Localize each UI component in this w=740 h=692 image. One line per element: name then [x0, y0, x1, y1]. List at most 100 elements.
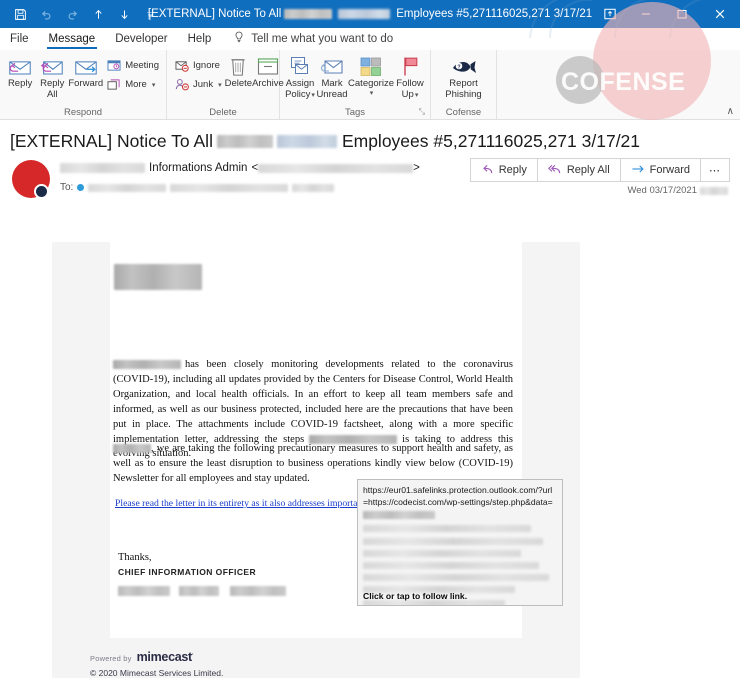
archive-button-label: Archive: [252, 78, 284, 89]
follow-up-button[interactable]: Follow Up▾: [394, 53, 426, 101]
junk-button[interactable]: Junk ▾: [171, 75, 225, 94]
tags-dialog-launcher-icon[interactable]: ⤡: [419, 107, 425, 117]
follow-up-flag-icon: [400, 55, 420, 77]
tab-file[interactable]: File: [0, 28, 39, 50]
phish-fish-icon: ?: [450, 55, 478, 77]
sender-name-redaction: [60, 163, 145, 173]
message-timestamp-text: Wed 03/17/2021: [627, 185, 697, 196]
minimize-button[interactable]: [628, 0, 664, 28]
archive-button[interactable]: Archive: [252, 53, 284, 90]
window-title-prefix: [EXTERNAL] Notice To All: [147, 8, 282, 20]
delete-button-label: Delete: [224, 78, 253, 89]
subject-redaction-1: [216, 134, 273, 148]
ignore-icon: [174, 58, 189, 73]
reply-button-header[interactable]: Reply: [469, 158, 537, 182]
recipient-redaction-1: [88, 183, 167, 192]
ignore-button[interactable]: Ignore: [171, 56, 225, 75]
forward-envelope-icon: [73, 55, 99, 77]
categorize-icon: [360, 55, 382, 77]
tell-me-search[interactable]: Tell me what you want to do: [233, 31, 393, 47]
email-bracket-open: <: [251, 162, 259, 174]
forward-button-header-label: Forward: [649, 164, 690, 176]
reply-button[interactable]: Reply: [4, 53, 36, 90]
recipient-presence-icon: [77, 184, 85, 191]
mark-unread-button[interactable]: Mark Unread: [316, 53, 348, 101]
delete-button[interactable]: Delete: [225, 53, 252, 90]
categorize-button[interactable]: Categorize ▾: [348, 53, 394, 98]
tooltip-line-redaction-5: [363, 574, 549, 582]
reply-all-button-header-label: Reply All: [566, 164, 610, 176]
customize-qat-icon[interactable]: [138, 3, 162, 25]
tab-developer-label: Developer: [115, 33, 168, 45]
more-actions-button[interactable]: ⋯: [700, 158, 730, 182]
save-icon[interactable]: [8, 3, 32, 25]
mark-unread-icon: [320, 55, 344, 77]
assign-policy-button[interactable]: Assign Policy▾: [284, 53, 316, 101]
assign-policy-button-label-line2: Policy▾: [285, 88, 315, 100]
junk-button-label: Junk: [193, 79, 214, 90]
tooltip-url-text: https://eur01.safelinks.protection.outlo…: [363, 485, 553, 508]
reply-all-button-label-line2: All: [46, 88, 58, 100]
chevron-down-icon: ▾: [151, 81, 156, 89]
reply-all-arrow-icon: [547, 163, 562, 178]
signature-redaction-group: [118, 582, 286, 600]
categorize-button-label-line1: Categorize: [348, 78, 394, 89]
mimecast-powered-by-label: Powered by: [90, 654, 132, 663]
signature-redaction-3: [229, 585, 286, 596]
chevron-down-icon: ▾: [414, 91, 419, 99]
sender-email-redaction: [258, 163, 414, 173]
sender-display-name: Informations Admin: [149, 162, 248, 174]
company-logo-redaction: [114, 264, 202, 290]
report-phishing-button[interactable]: ? Report Phishing: [436, 53, 492, 101]
message-header: Informations Admin < > To: Reply Reply A…: [0, 158, 740, 210]
restore-ribbon-icon[interactable]: [592, 0, 628, 28]
body-paragraph-2-part1: , we are taking the following precaution…: [113, 443, 513, 484]
reply-envelope-icon: [7, 55, 33, 77]
chevron-down-icon: ▾: [369, 89, 374, 97]
signature-job-title: CHIEF INFORMATION OFFICER: [118, 567, 257, 577]
ribbon-group-tags: Assign Policy▾ Mark Unread Categorize ▾: [280, 50, 431, 119]
tab-message-label: Message: [48, 33, 96, 45]
window-title-redaction-2: [338, 9, 391, 19]
undo-icon[interactable]: [34, 3, 58, 25]
tab-file-label: File: [10, 33, 29, 45]
subject-prefix: [EXTERNAL] Notice To All: [10, 130, 213, 151]
reply-all-button-header[interactable]: Reply All: [536, 158, 620, 182]
ribbon-group-cofense: ? Report Phishing Cofense: [431, 50, 497, 119]
subject-redaction-2: [276, 134, 337, 148]
signature-closing: Thanks,: [118, 552, 152, 563]
meeting-button-label: Meeting: [125, 60, 159, 71]
more-respond-button-label: More: [125, 79, 147, 90]
email-bracket-close: >: [413, 162, 420, 174]
title-bar: [EXTERNAL] Notice To All Employees #5,27…: [0, 0, 740, 28]
ribbon-group-tags-label-text: Tags: [344, 106, 366, 118]
forward-button-header[interactable]: Forward: [619, 158, 700, 182]
to-label: To:: [60, 182, 74, 193]
maximize-button[interactable]: [664, 0, 700, 28]
window-controls: [592, 0, 740, 28]
tab-help-label: Help: [187, 33, 212, 45]
mimecast-logo-mark: ·: [191, 651, 194, 658]
previous-item-icon[interactable]: [86, 3, 110, 25]
reply-button-label: Reply: [7, 78, 33, 89]
tab-help[interactable]: Help: [178, 28, 222, 50]
archive-icon: [257, 55, 279, 77]
tooltip-url-redaction: [363, 511, 435, 520]
body-company-redaction-1: [113, 360, 181, 370]
tooltip-instruction: Click or tap to follow link.: [363, 590, 468, 601]
more-respond-button[interactable]: More ▾: [103, 75, 162, 94]
reply-button-header-label: Reply: [498, 164, 527, 176]
meeting-button[interactable]: Meeting: [103, 56, 162, 75]
close-button[interactable]: [700, 0, 740, 28]
recipient-line: To:: [60, 182, 335, 193]
forward-button[interactable]: Forward: [68, 53, 103, 90]
redo-icon[interactable]: [60, 3, 84, 25]
tab-developer[interactable]: Developer: [105, 28, 177, 50]
window-title-redaction-1: [284, 9, 333, 19]
signature-redaction-2: [179, 585, 220, 596]
reply-all-button[interactable]: Reply All: [36, 53, 68, 101]
ignore-button-label: Ignore: [193, 60, 220, 71]
tab-message[interactable]: Message: [39, 28, 106, 50]
collapse-ribbon-icon[interactable]: ∧: [727, 106, 734, 117]
next-item-icon[interactable]: [112, 3, 136, 25]
